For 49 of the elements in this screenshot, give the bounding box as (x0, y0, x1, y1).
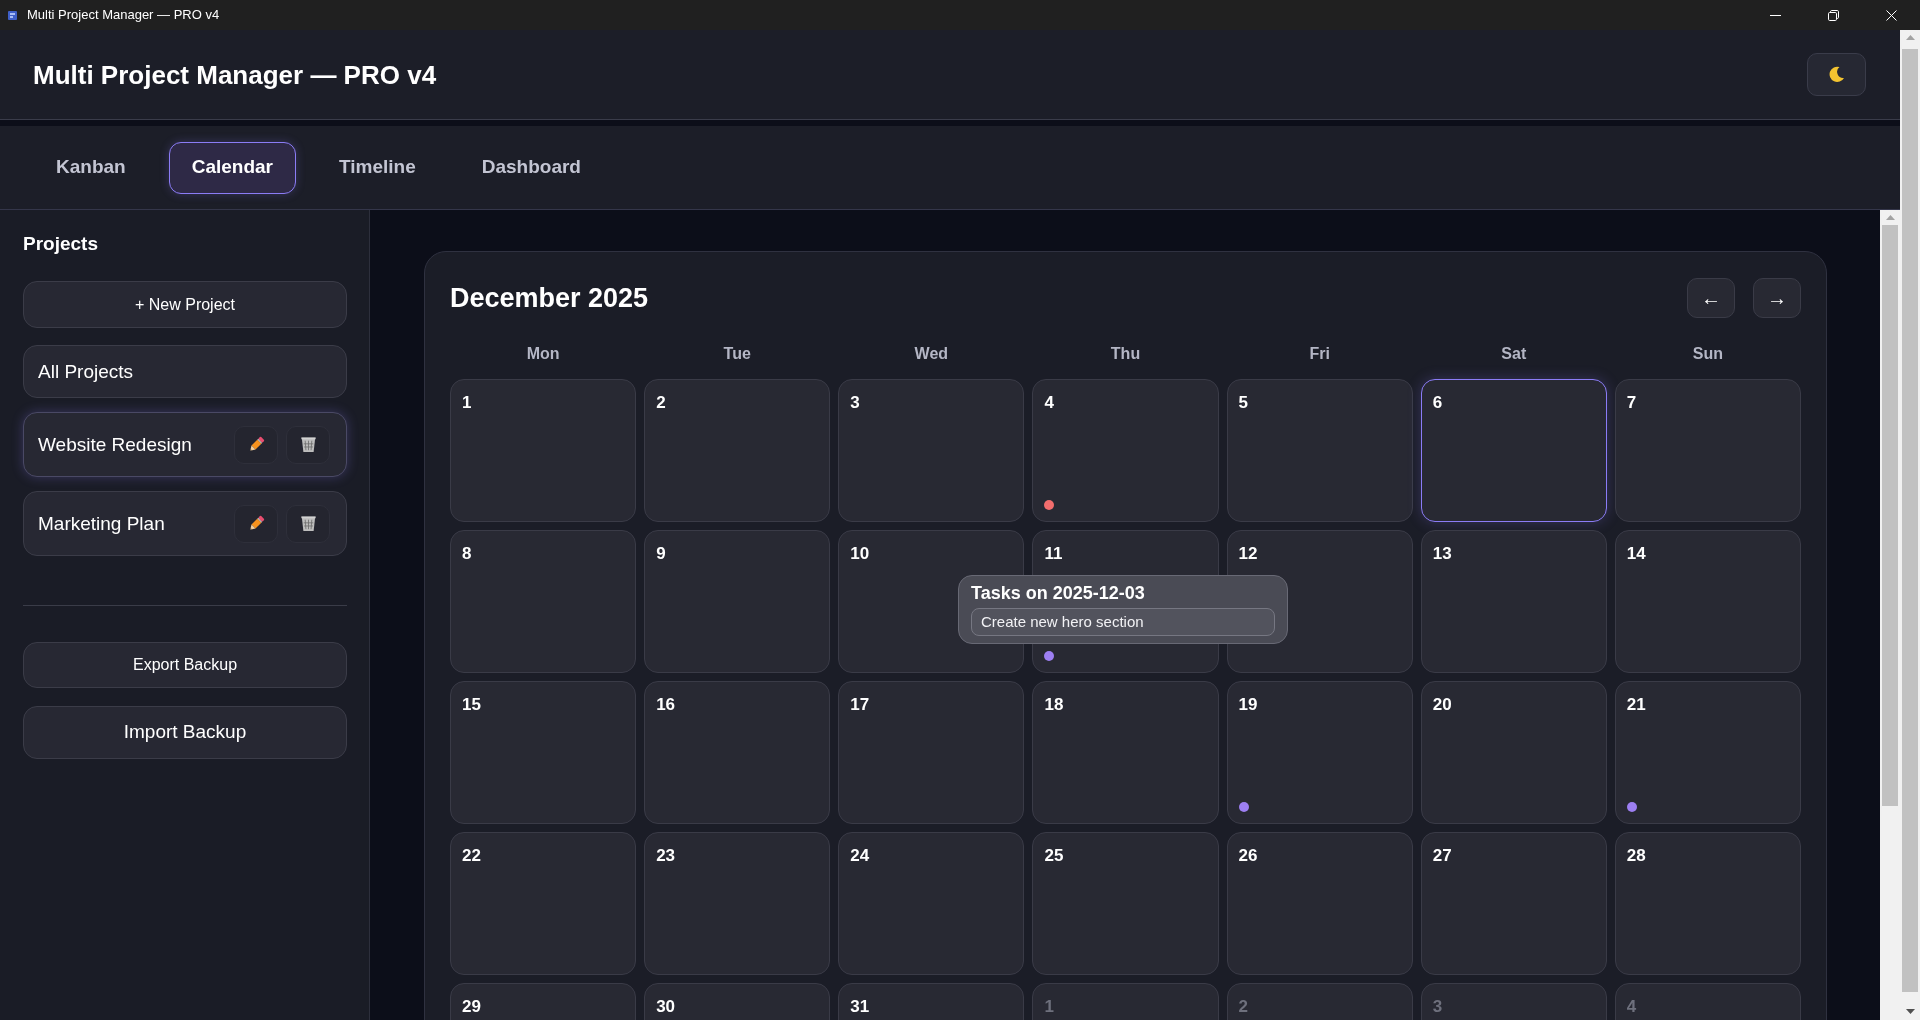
day-number: 5 (1238, 392, 1249, 413)
day-number: 31 (850, 996, 870, 1017)
day-number: 29 (462, 996, 481, 1017)
day-number: 17 (850, 694, 870, 715)
day-number: 27 (1432, 845, 1452, 866)
weekday-label: Mon (525, 344, 561, 364)
day-number: 2 (1238, 996, 1249, 1017)
day-number: 15 (462, 694, 481, 715)
day-number: 1 (1044, 996, 1054, 1017)
day-number: 6 (1432, 392, 1443, 413)
day-number: 18 (1044, 694, 1064, 715)
day-number: 2 (656, 392, 666, 413)
weekday-label: Thu (1109, 344, 1142, 364)
project-name: All Projects (38, 359, 134, 384)
day-number: 12 (1238, 543, 1258, 564)
day-number: 9 (656, 543, 666, 564)
window-title: Multi Project Manager — PRO v4 (27, 7, 220, 23)
weekday-label: Wed (913, 344, 950, 364)
weekday-label: Sun (1691, 344, 1724, 364)
day-number: 13 (1432, 543, 1452, 564)
weekday-label: Tue (722, 344, 752, 364)
day-number: 4 (1044, 392, 1054, 413)
day-number: 28 (1626, 845, 1646, 866)
day-number: 7 (1626, 392, 1637, 413)
day-number: 10 (850, 543, 870, 564)
day-number: 20 (1432, 694, 1452, 715)
day-number: 24 (850, 845, 870, 866)
day-number: 22 (462, 845, 481, 866)
day-number: 3 (1432, 996, 1443, 1017)
day-number: 26 (1238, 845, 1258, 866)
month-title: December 2025 (450, 282, 649, 315)
weekday-label: Sat (1500, 344, 1528, 364)
day-number: 4 (1626, 996, 1637, 1017)
day-number: 1 (462, 392, 472, 413)
weekday-label: Fri (1308, 344, 1331, 364)
day-number: 25 (1044, 845, 1064, 866)
day-number: 3 (850, 392, 860, 413)
project-name: Marketing Plan (38, 511, 165, 536)
sidebar-heading: Projects (23, 232, 99, 256)
day-number: 16 (656, 694, 676, 715)
day-number: 19 (1238, 694, 1258, 715)
day-number: 8 (462, 543, 472, 564)
project-name: Website Redesign (38, 432, 192, 457)
day-number: 30 (656, 996, 676, 1017)
day-number: 11 (1044, 543, 1063, 564)
app-title: Multi Project Manager — PRO v4 (33, 59, 437, 90)
day-number: 14 (1626, 543, 1646, 564)
day-number: 21 (1626, 694, 1646, 715)
day-number: 23 (656, 845, 676, 866)
